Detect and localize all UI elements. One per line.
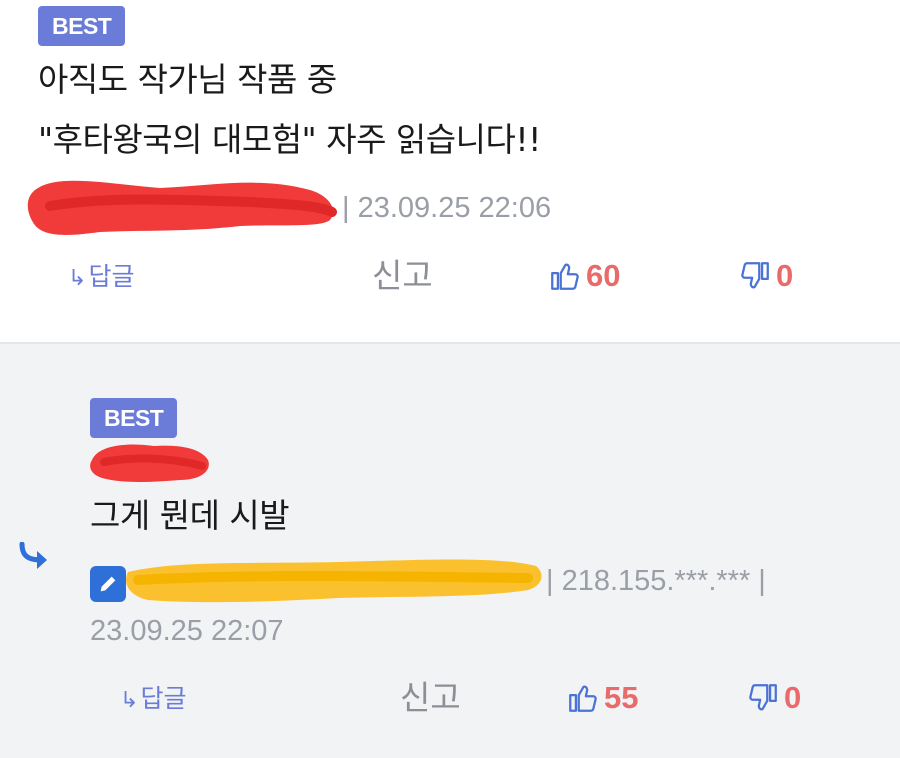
- comment-item: BEST 아직도 작가님 작품 중 "후타왕국의 대모험" 자주 읽습니다!! …: [0, 0, 900, 342]
- redacted-author-name: [27, 180, 337, 235]
- report-button[interactable]: 신고: [400, 678, 461, 718]
- comment-text-line: 그게 뭔데 시발: [90, 496, 290, 535]
- dislike-count: 0: [776, 258, 794, 293]
- reply-label: 답글: [88, 262, 135, 291]
- reply-button[interactable]: ↳답글: [120, 682, 186, 718]
- redacted-author-name: [90, 444, 209, 482]
- comment-timestamp: 23.09.25 22:07: [90, 615, 284, 647]
- reply-comment-item: BEST 그게 뭔데 시발 | 218.155.***.*** | 23.09.…: [0, 342, 900, 758]
- dislike-button[interactable]: 0: [738, 256, 793, 296]
- best-badge: BEST: [90, 398, 178, 438]
- thumbs-up-icon: [569, 685, 597, 712]
- reply-arrow-icon: ↳: [120, 688, 139, 713]
- comment-text-line: "후타왕국의 대모험" 자주 읽습니다!!: [38, 120, 541, 159]
- like-button[interactable]: 55: [566, 678, 638, 718]
- comment-timestamp: | 23.09.25 22:06: [342, 192, 552, 224]
- like-count: 60: [586, 258, 621, 293]
- reply-button[interactable]: ↳답글: [68, 260, 134, 296]
- dislike-button[interactable]: 0: [746, 678, 801, 718]
- best-badge: BEST: [38, 6, 126, 46]
- comment-text-line: 아직도 작가님 작품 중: [38, 60, 337, 99]
- reply-label: 답글: [140, 684, 187, 713]
- thumbs-down-icon: [749, 684, 777, 711]
- like-count: 55: [604, 680, 639, 715]
- reply-arrow-icon: ↳: [68, 266, 87, 291]
- thumbs-up-icon: [551, 263, 579, 290]
- thumbs-down-icon: [741, 262, 769, 289]
- dislike-count: 0: [784, 680, 802, 715]
- redacted-author-name: [126, 559, 542, 603]
- report-button[interactable]: 신고: [372, 256, 433, 296]
- comment-ip: | 218.155.***.*** |: [546, 565, 766, 597]
- like-button[interactable]: 60: [548, 256, 620, 296]
- reply-indicator-icon: [19, 542, 47, 569]
